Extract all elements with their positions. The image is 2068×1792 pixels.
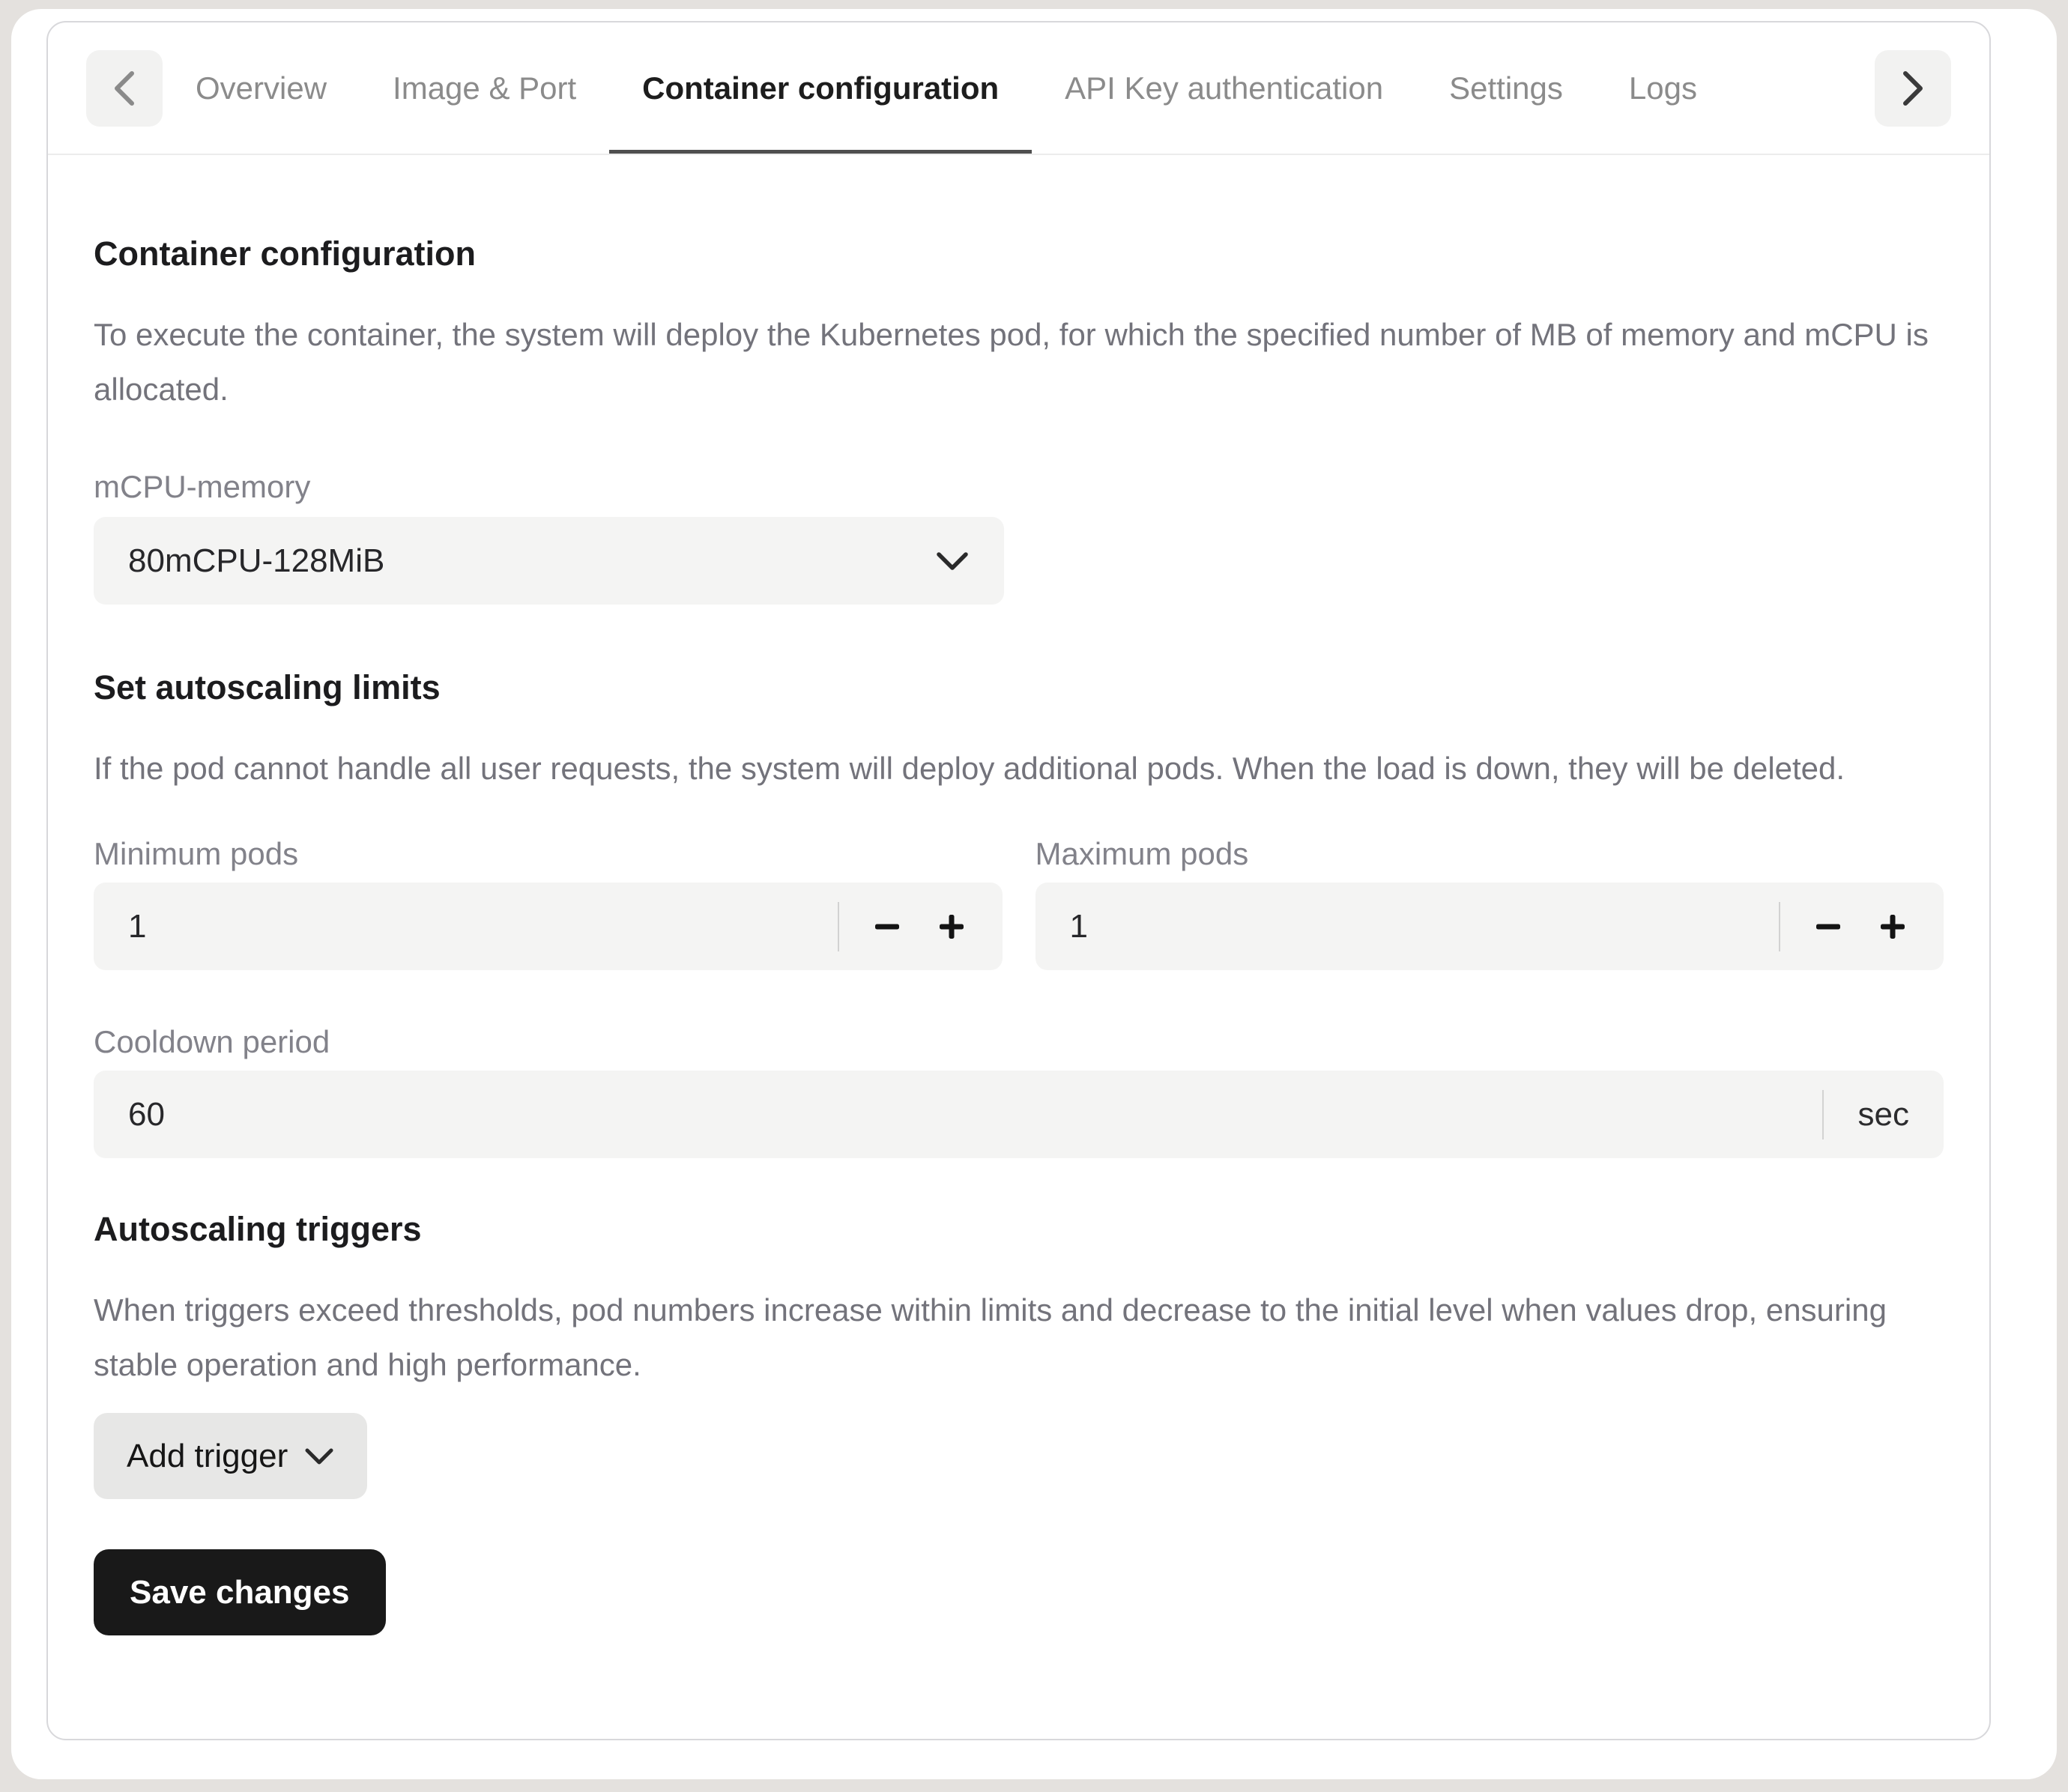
section-description-container-configuration: To execute the container, the system wil… bbox=[94, 307, 1944, 417]
tab-image-and-port[interactable]: Image & Port bbox=[360, 22, 609, 154]
pods-labels-row: Minimum pods Maximum pods bbox=[94, 836, 1944, 872]
minus-icon bbox=[1814, 912, 1842, 941]
cooldown-period-label: Cooldown period bbox=[94, 1024, 1944, 1060]
section-title-autoscaling-triggers: Autoscaling triggers bbox=[94, 1209, 1944, 1250]
minus-icon bbox=[873, 912, 901, 941]
tab-logs[interactable]: Logs bbox=[1596, 22, 1730, 154]
chevron-left-icon bbox=[112, 69, 137, 108]
minimum-pods-input[interactable]: 1 bbox=[94, 883, 1003, 970]
tab-list: Overview Image & Port Container configur… bbox=[163, 22, 1875, 154]
minimum-pods-label: Minimum pods bbox=[94, 836, 1003, 872]
chevron-down-icon bbox=[935, 551, 970, 572]
add-trigger-label: Add trigger bbox=[127, 1438, 288, 1475]
tab-overview[interactable]: Overview bbox=[163, 22, 360, 154]
plus-icon bbox=[1878, 912, 1907, 941]
minimum-pods-stepper bbox=[838, 902, 968, 951]
minimum-pods-increase-button[interactable] bbox=[935, 910, 968, 943]
maximum-pods-label: Maximum pods bbox=[1035, 836, 1944, 872]
maximum-pods-decrease-button[interactable] bbox=[1812, 910, 1845, 943]
maximum-pods-input[interactable]: 1 bbox=[1035, 883, 1944, 970]
maximum-pods-value: 1 bbox=[1070, 908, 1088, 945]
tab-panel-container-configuration: Container configuration To execute the c… bbox=[48, 234, 1989, 1635]
save-changes-label: Save changes bbox=[130, 1574, 350, 1611]
maximum-pods-stepper bbox=[1779, 902, 1909, 951]
mcpu-memory-select[interactable]: 80mCPU-128MiB bbox=[94, 517, 1004, 605]
save-changes-button[interactable]: Save changes bbox=[94, 1549, 386, 1635]
minimum-pods-decrease-button[interactable] bbox=[871, 910, 904, 943]
tab-bar: Overview Image & Port Container configur… bbox=[48, 22, 1989, 155]
add-trigger-button[interactable]: Add trigger bbox=[94, 1413, 367, 1499]
tab-api-key-authentication[interactable]: API Key authentication bbox=[1032, 22, 1416, 154]
tab-settings[interactable]: Settings bbox=[1416, 22, 1596, 154]
tab-container-configuration[interactable]: Container configuration bbox=[609, 22, 1032, 154]
section-description-autoscaling-triggers: When triggers exceed thresholds, pod num… bbox=[94, 1283, 1944, 1392]
tabs-scroll-left-button[interactable] bbox=[86, 50, 163, 127]
cooldown-period-input[interactable]: 60 sec bbox=[94, 1071, 1944, 1158]
settings-card: Overview Image & Port Container configur… bbox=[46, 21, 1991, 1740]
cooldown-period-value: 60 bbox=[128, 1096, 165, 1133]
maximum-pods-increase-button[interactable] bbox=[1876, 910, 1909, 943]
page: Overview Image & Port Container configur… bbox=[11, 9, 2057, 1779]
cooldown-period-unit: sec bbox=[1822, 1090, 1909, 1139]
mcpu-memory-selected-value: 80mCPU-128MiB bbox=[128, 542, 384, 580]
section-title-container-configuration: Container configuration bbox=[94, 234, 1944, 274]
pods-inputs-row: 1 1 bbox=[94, 883, 1944, 970]
chevron-right-icon bbox=[1900, 69, 1926, 108]
chevron-down-icon bbox=[304, 1447, 334, 1465]
minimum-pods-value: 1 bbox=[128, 908, 146, 945]
section-description-autoscaling-limits: If the pod cannot handle all user reques… bbox=[94, 741, 1944, 796]
mcpu-memory-label: mCPU-memory bbox=[94, 469, 1944, 505]
plus-icon bbox=[937, 912, 966, 941]
section-title-autoscaling-limits: Set autoscaling limits bbox=[94, 668, 1944, 708]
tabs-scroll-right-button[interactable] bbox=[1875, 50, 1951, 127]
